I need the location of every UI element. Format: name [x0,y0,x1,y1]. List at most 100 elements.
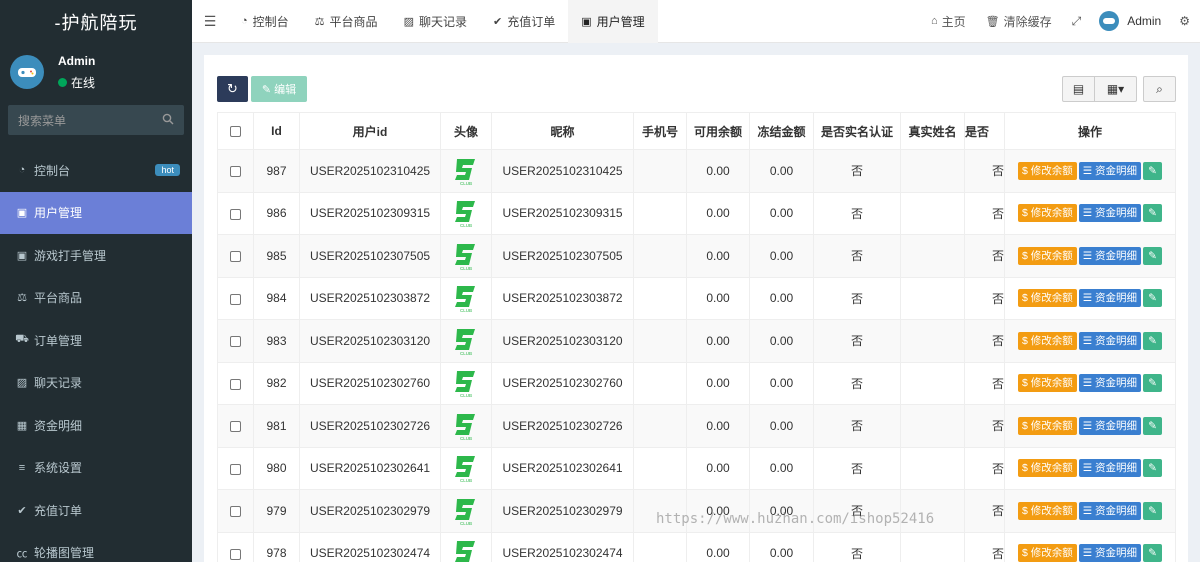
cell-avatar: CLUB [440,191,492,235]
cell-phone [633,149,687,193]
modify-balance-button[interactable]: $ 修改余额 [1017,501,1077,520]
tab-chat[interactable]: ▨ 聊天记录 [391,0,480,43]
fund-detail-button[interactable]: ☰ 资金明细 [1078,161,1142,180]
table-row[interactable]: 985 USER2025102307505 CLUB USER202510230… [217,234,1176,278]
sidebar-item-funds[interactable]: ▦ 资金明细 [0,404,192,447]
refresh-icon: ↻ [227,81,238,96]
app-logo[interactable]: -护航陪玩 [0,0,192,44]
edit-row-button[interactable]: ✎ [1143,204,1163,223]
modify-balance-button[interactable]: $ 修改余额 [1017,459,1077,478]
col-header[interactable]: 手机号 [633,112,687,150]
list-icon: ☰ [1082,462,1096,475]
table-row[interactable]: 986 USER2025102309315 CLUB USER202510230… [217,191,1176,235]
row-checkbox[interactable] [217,149,254,193]
menu-search-input[interactable]: 搜索菜单 [8,105,184,135]
col-header[interactable]: 用户id [299,112,441,150]
search-toggle-button[interactable]: ⌕ [1143,76,1176,102]
edit-row-button[interactable]: ✎ [1143,544,1163,562]
fund-detail-button[interactable]: ☰ 资金明细 [1078,459,1142,478]
tab-dashboard[interactable]: ◔ 控制台 [228,0,302,43]
edit-row-button[interactable]: ✎ [1143,459,1163,478]
fund-detail-button[interactable]: ☰ 资金明细 [1078,246,1142,265]
table-row[interactable]: 983 USER2025102303120 CLUB USER202510230… [217,319,1176,363]
row-checkbox[interactable] [217,276,254,320]
toggle-view-button[interactable]: ▤ [1062,76,1095,102]
table-row[interactable]: 981 USER2025102302726 CLUB USER202510230… [217,404,1176,448]
home-button[interactable]: ⌂ 主页 [921,0,976,43]
user-name: Admin [58,53,96,68]
sidebar-item-dashboard[interactable]: ◔ 控制台 hot [0,149,192,192]
edit-row-button[interactable]: ✎ [1143,374,1163,393]
sidebar-item-chat[interactable]: ▨ 聊天记录 [0,362,192,405]
menu-toggle-icon[interactable]: ☰ [192,0,228,43]
edit-row-button[interactable]: ✎ [1143,416,1163,435]
row-checkbox[interactable] [217,446,254,490]
list-icon: ☰ [1082,504,1096,517]
col-header[interactable]: 可用余额 [686,112,750,150]
columns-dropdown-button[interactable]: ▦▾ [1095,76,1137,102]
edit-row-button[interactable]: ✎ [1143,246,1163,265]
fund-detail-button[interactable]: ☰ 资金明细 [1078,544,1142,562]
edit-row-button[interactable]: ✎ [1143,331,1163,350]
sidebar-item-products[interactable]: ⚖ 平台商品 [0,277,192,320]
col-header[interactable]: 真实姓名 [900,112,965,150]
table-row[interactable]: 982 USER2025102302760 CLUB USER202510230… [217,361,1176,405]
row-checkbox[interactable] [217,531,254,562]
tab-products[interactable]: ⚖ 平台商品 [302,0,391,43]
col-header[interactable]: 是否 [964,112,1005,150]
sidebar-item-orders[interactable]: ⛟ 订单管理 [0,319,192,362]
table-row[interactable]: 980 USER2025102302641 CLUB USER202510230… [217,446,1176,490]
cell-id: 984 [253,276,300,320]
col-header[interactable]: Id [253,112,300,150]
table-row[interactable]: 978 USER2025102302474 CLUB USER202510230… [217,531,1176,562]
fund-detail-button[interactable]: ☰ 资金明细 [1078,416,1142,435]
sidebar-item-settings[interactable]: ≡ 系统设置 [0,447,192,490]
tab-user-management[interactable]: ▣ 用户管理 [568,0,658,43]
fullscreen-button[interactable]: ⤢ [1062,0,1092,43]
pencil-icon: ✎ [1148,249,1157,262]
edit-button[interactable]: ✎ 编辑 [251,76,307,102]
edit-row-button[interactable]: ✎ [1143,161,1163,180]
table-row[interactable]: 987 USER2025102310425 CLUB USER202510231… [217,149,1176,193]
list-icon: ☰ [1082,164,1096,177]
col-header[interactable]: 是否实名认证 [813,112,901,150]
settings-button[interactable]: ⚙ [1169,0,1200,43]
fund-detail-button[interactable]: ☰ 资金明细 [1078,374,1142,393]
modify-balance-button[interactable]: $ 修改余额 [1017,374,1077,393]
sidebar-item-carousel[interactable]: ㏄轮播图管理 [0,532,192,562]
modify-balance-button[interactable]: $ 修改余额 [1017,331,1077,350]
pencil-icon: ✎ [261,83,272,96]
clear-cache-button[interactable]: 🗑 清除缓存 [976,0,1062,43]
cell-flag: 否 [964,234,1005,278]
modify-balance-button[interactable]: $ 修改余额 [1017,161,1077,180]
row-checkbox[interactable] [217,234,254,278]
modify-balance-button[interactable]: $ 修改余额 [1017,416,1077,435]
modify-balance-button[interactable]: $ 修改余额 [1017,289,1077,308]
row-checkbox[interactable] [217,361,254,405]
fund-detail-button[interactable]: ☰ 资金明细 [1078,331,1142,350]
refresh-button[interactable]: ↻ [217,76,248,102]
cell-flag: 否 [964,319,1005,363]
modify-balance-button[interactable]: $ 修改余额 [1017,246,1077,265]
table-row[interactable]: 984 USER2025102303872 CLUB USER202510230… [217,276,1176,320]
row-checkbox[interactable] [217,191,254,235]
row-checkbox[interactable] [217,404,254,448]
sidebar-item-recharge[interactable]: ✔ 充值订单 [0,489,192,532]
modify-balance-button[interactable]: $ 修改余额 [1017,544,1077,562]
fund-detail-button[interactable]: ☰ 资金明细 [1078,204,1142,223]
select-all-checkbox[interactable] [217,112,254,150]
col-header[interactable]: 冻结金额 [749,112,814,150]
fund-detail-button[interactable]: ☰ 资金明细 [1078,289,1142,308]
cell-frozen: 0.00 [749,191,814,235]
col-header[interactable]: 昵称 [491,112,634,150]
sidebar-item-user-management[interactable]: ▣ 用户管理 [0,191,192,234]
row-checkbox[interactable] [217,489,254,533]
fund-detail-button[interactable]: ☰ 资金明细 [1078,501,1142,520]
admin-menu[interactable]: Admin [1091,11,1169,31]
edit-row-button[interactable]: ✎ [1143,289,1163,308]
modify-balance-button[interactable]: $ 修改余额 [1017,204,1077,223]
sidebar-item-player-management[interactable]: ▣ 游戏打手管理 [0,234,192,277]
tab-recharge[interactable]: ✔ 充值订单 [480,0,568,43]
edit-row-button[interactable]: ✎ [1143,501,1163,520]
row-checkbox[interactable] [217,319,254,363]
